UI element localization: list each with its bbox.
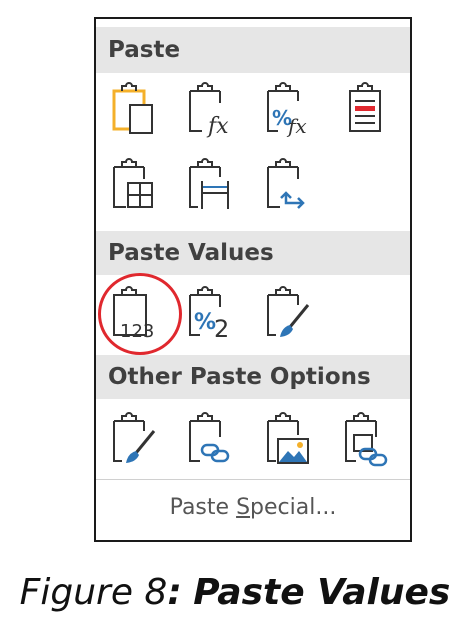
formulas-number-formatting-icon[interactable]: % fx — [266, 81, 314, 138]
formulas-icon[interactable]: fx — [188, 81, 236, 139]
keep-source-column-widths-icon[interactable] — [188, 157, 236, 213]
figure-caption-colon: : — [167, 572, 182, 613]
figure-caption-title: Paste Values — [193, 572, 451, 613]
keep-source-formatting-icon[interactable] — [344, 81, 392, 137]
formatting-icon[interactable] — [112, 411, 160, 467]
paste-icon[interactable] — [112, 81, 160, 137]
paste-special-label-pre: Paste — [169, 495, 237, 520]
paste-options-menu: Paste fx % fx Paste Values 123 % 2 Other… — [94, 17, 412, 542]
figure-caption-prefix: Figure 8 — [19, 572, 168, 613]
paste-values-section-header: Paste Values — [96, 231, 410, 275]
values-123-text: 123 — [120, 321, 154, 342]
paste-section-header: Paste — [96, 27, 410, 73]
percent-text: % — [194, 310, 216, 335]
picture-icon[interactable] — [266, 411, 314, 467]
figure-caption: Figure 8: Paste Values — [0, 572, 470, 613]
fx-text: fx — [286, 114, 307, 138]
paste-link-icon[interactable] — [188, 411, 236, 467]
menu-divider — [96, 479, 410, 480]
paste-special-menu-item[interactable]: Paste Special... — [96, 495, 410, 520]
values-icon[interactable]: 123 — [112, 285, 160, 342]
values-source-formatting-icon[interactable] — [266, 285, 314, 341]
two-text: 2 — [214, 315, 229, 343]
other-paste-options-section-header: Other Paste Options — [96, 355, 410, 399]
paste-special-label-accelerator: S — [236, 495, 251, 520]
fx-text: fx — [206, 114, 229, 139]
no-borders-icon[interactable] — [112, 157, 160, 213]
values-number-formatting-icon[interactable]: % 2 — [188, 285, 236, 343]
linked-picture-icon[interactable] — [344, 411, 392, 467]
transpose-icon[interactable] — [266, 157, 314, 213]
paste-special-label-post: pecial... — [250, 495, 337, 520]
